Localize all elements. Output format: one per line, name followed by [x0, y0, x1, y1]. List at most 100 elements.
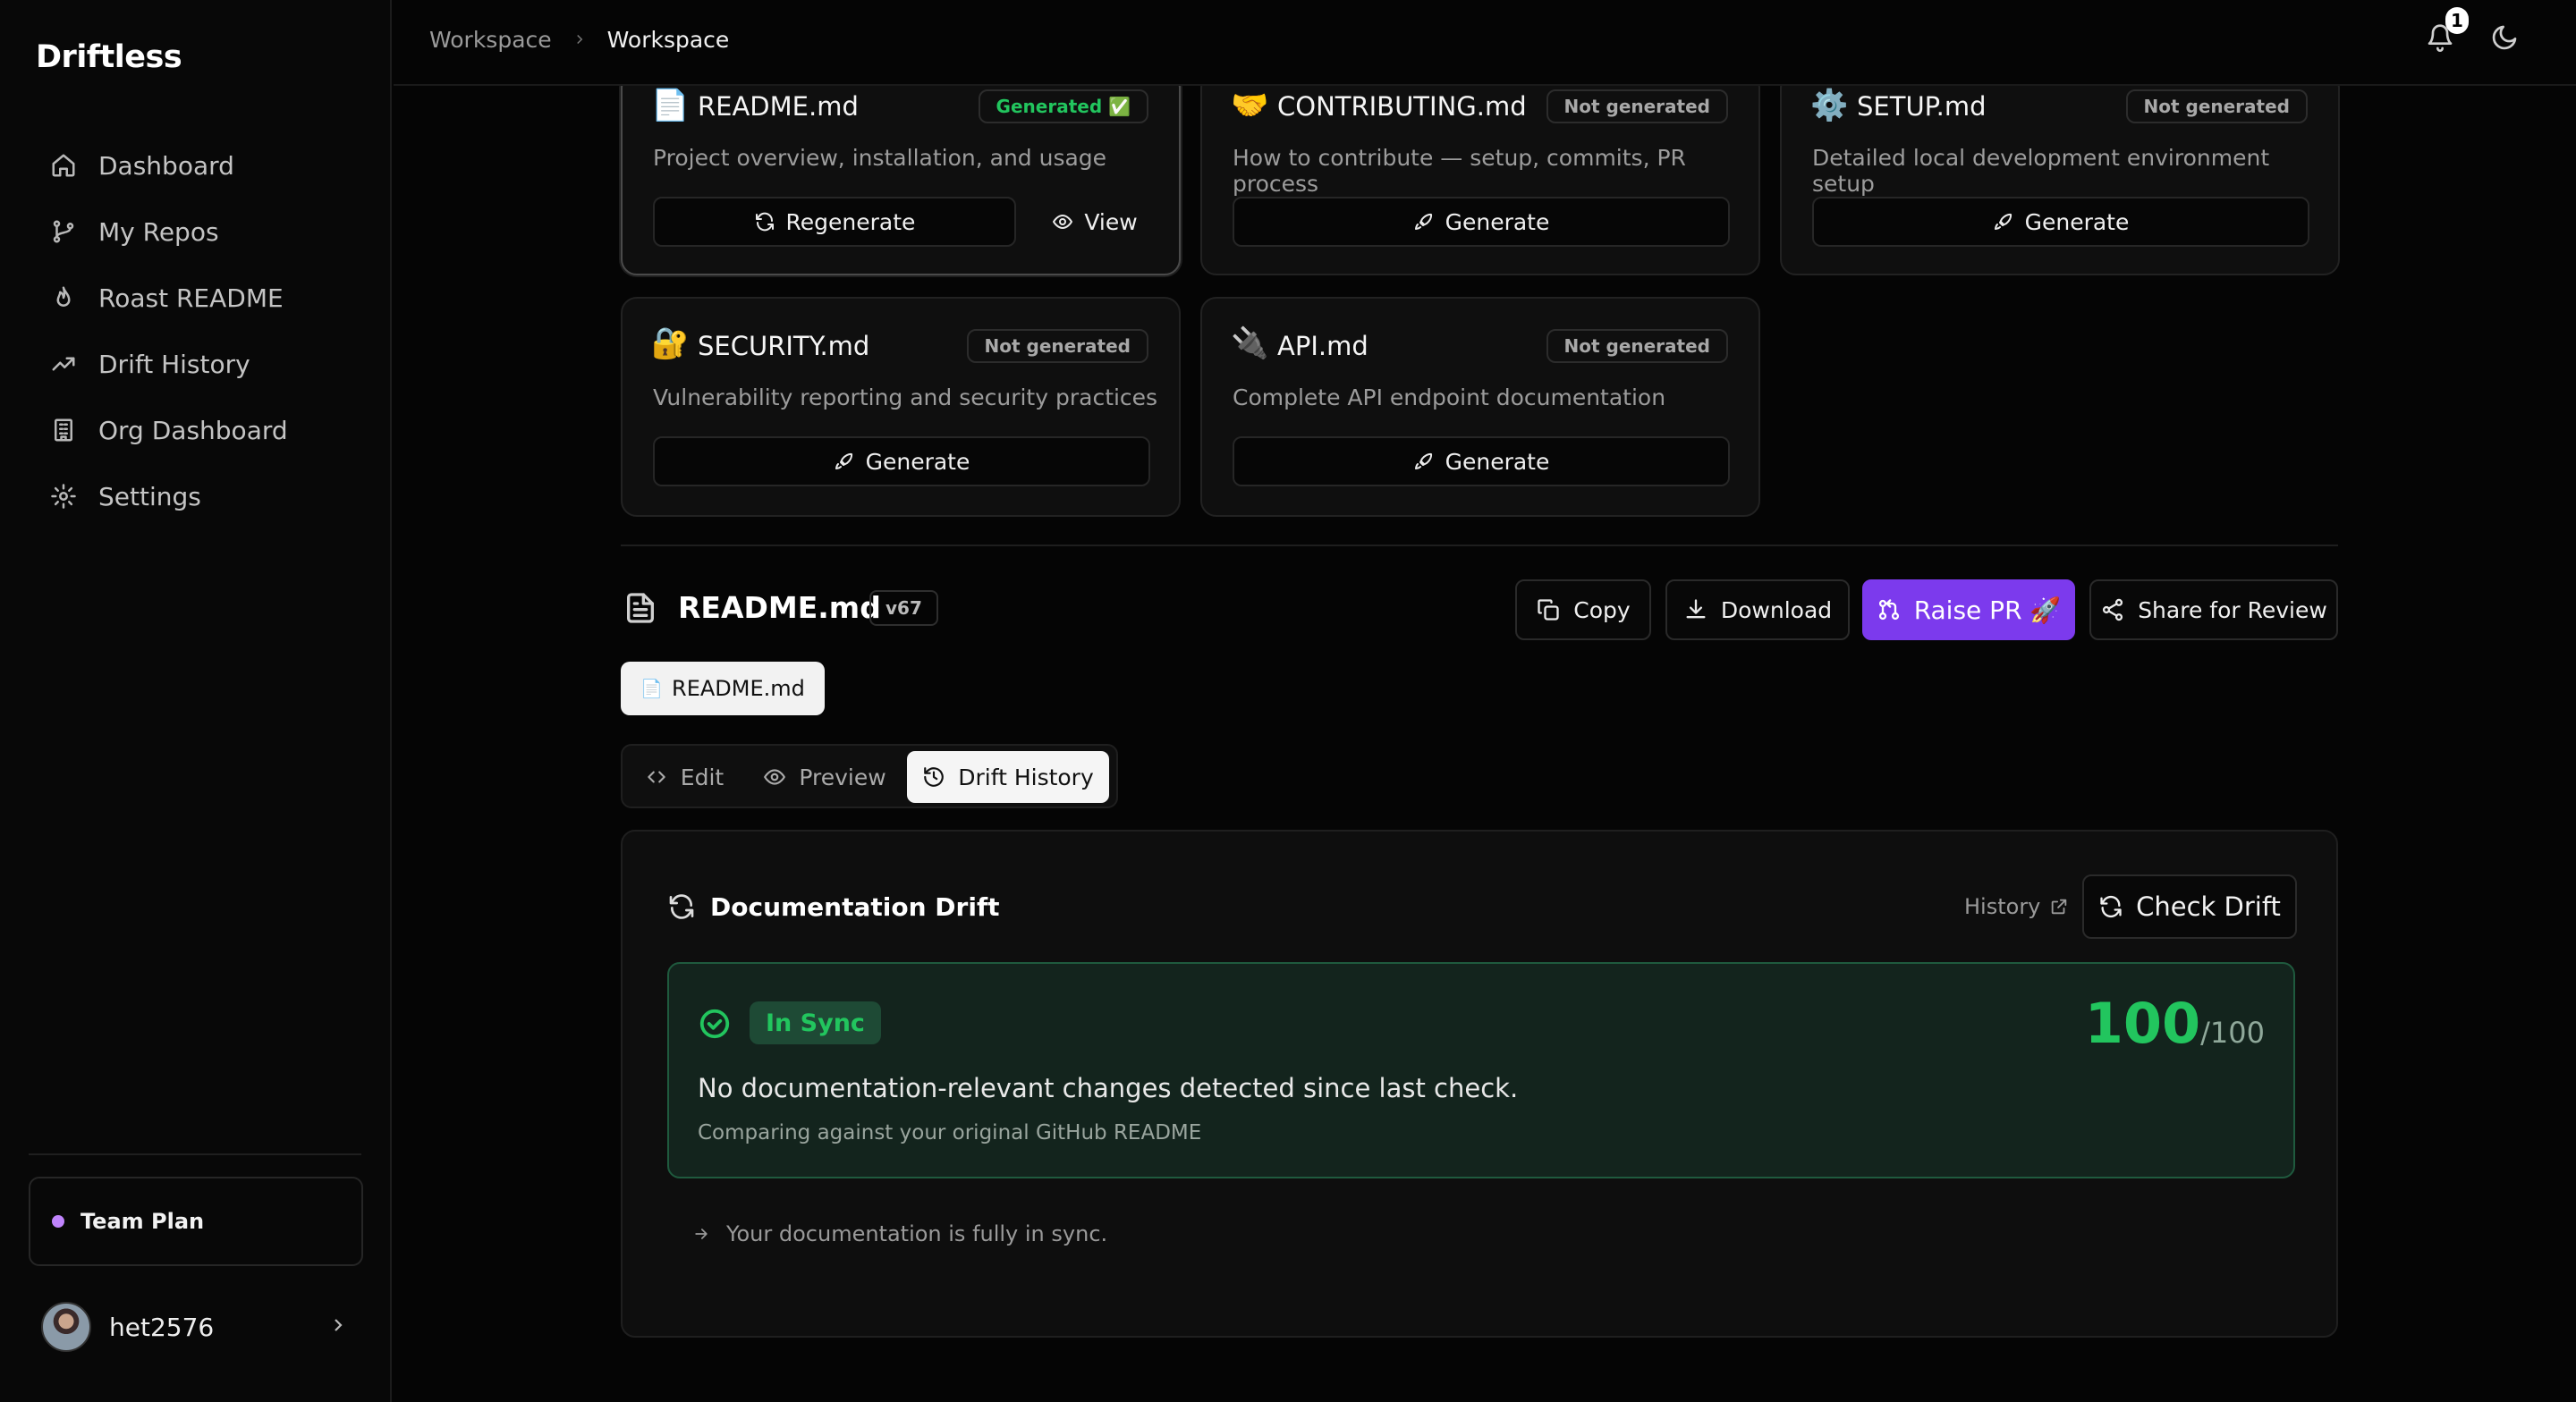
regenerate-button[interactable]: Regenerate [653, 197, 1016, 247]
sidebar: Driftless Dashboard My Repos Roast READM… [0, 0, 392, 1402]
doc-card-setup[interactable]: ⚙️ SETUP.md Not generated Detailed local… [1780, 72, 2340, 275]
copy-icon [1538, 599, 1559, 621]
status-badge: Not generated [1546, 89, 1728, 123]
sidebar-item-my-repos[interactable]: My Repos [36, 198, 358, 265]
refresh-icon [755, 212, 774, 232]
git-pull-request-icon [1878, 599, 1899, 621]
share-label: Share for Review [2138, 596, 2327, 623]
doc-card-api[interactable]: 🔌 API.md Not generated Complete API endp… [1200, 297, 1760, 517]
sync-status-card: In Sync 100 /100 No documentation-releva… [667, 962, 2295, 1178]
eye-icon [764, 769, 786, 785]
user-menu[interactable]: het2576 [41, 1302, 349, 1352]
drift-score: 100 /100 [2085, 991, 2265, 1056]
card-description: Complete API endpoint documentation [1233, 384, 1666, 410]
status-badge: Not generated [1546, 329, 1728, 363]
tab-label: Drift History [958, 764, 1094, 790]
file-text-icon [623, 590, 658, 629]
card-title: SETUP.md [1857, 91, 1987, 122]
refresh-icon [667, 892, 696, 925]
view-tabs: Edit Preview Drift History [621, 744, 1118, 808]
copy-button[interactable]: Copy [1515, 579, 1651, 640]
status-badge: Not generated [966, 329, 1148, 363]
generate-label: Generate [865, 448, 970, 475]
generate-label: Generate [1445, 208, 1550, 235]
drift-panel: Documentation Drift History Check Drift … [621, 830, 2338, 1338]
rocket-icon [1414, 452, 1432, 469]
regenerate-label: Regenerate [785, 208, 916, 235]
header-actions: 1 [2426, 7, 2522, 55]
score-max: /100 [2200, 1016, 2265, 1050]
theme-toggle[interactable] [2490, 23, 2522, 55]
card-title: README.md [698, 91, 859, 122]
history-link[interactable]: History [1964, 894, 2069, 919]
brand-logo[interactable]: Driftless [36, 39, 182, 75]
doc-card-readme[interactable]: 📄 README.md Generated ✅ Project overview… [621, 72, 1181, 275]
document-title: README.md [678, 590, 881, 625]
raise-pr-button[interactable]: Raise PR 🚀 [1862, 579, 2075, 640]
breadcrumb-item[interactable]: Workspace [429, 27, 552, 53]
check-circle-icon [698, 1007, 732, 1044]
chevron-right-icon [572, 27, 588, 53]
plan-card[interactable]: Team Plan [29, 1177, 363, 1266]
generate-button[interactable]: Generate [1233, 436, 1730, 486]
generate-button[interactable]: Generate [1812, 197, 2309, 247]
sidebar-item-dashboard[interactable]: Dashboard [36, 132, 358, 198]
doc-card-contributing[interactable]: 🤝 CONTRIBUTING.md Not generated How to c… [1200, 72, 1760, 275]
external-link-icon [2052, 899, 2067, 915]
gear-icon [51, 484, 76, 509]
download-button[interactable]: Download [1665, 579, 1850, 640]
sidebar-item-settings[interactable]: Settings [36, 463, 358, 529]
copy-label: Copy [1573, 596, 1631, 623]
status-message: No documentation-relevant changes detect… [698, 1073, 1519, 1103]
sidebar-item-roast-readme[interactable]: Roast README [36, 265, 358, 331]
tab-edit[interactable]: Edit [635, 751, 733, 803]
version-badge: v67 [869, 590, 938, 626]
card-description: How to contribute — setup, commits, PR p… [1233, 145, 1686, 197]
score-value: 100 [2084, 991, 2201, 1056]
sidebar-item-org-dashboard[interactable]: Org Dashboard [36, 397, 358, 463]
status-badge: Generated ✅ [978, 89, 1148, 123]
eye-icon [1053, 215, 1073, 229]
card-title: API.md [1277, 331, 1368, 361]
rocket-icon [1414, 213, 1432, 230]
tab-preview[interactable]: Preview [751, 751, 898, 803]
notifications-button[interactable]: 1 [2426, 7, 2469, 55]
raise-pr-label: Raise PR 🚀 [1913, 595, 2062, 625]
chevron-right-icon [327, 1314, 349, 1339]
view-label: View [1084, 208, 1138, 235]
refresh-icon [2100, 895, 2122, 918]
breadcrumb: Workspace Workspace [429, 27, 729, 53]
sidebar-item-label: Settings [98, 481, 201, 511]
plan-label: Team Plan [80, 1209, 205, 1234]
share-icon [2103, 598, 2123, 621]
share-for-review-button[interactable]: Share for Review [2089, 579, 2338, 640]
doc-card-security[interactable]: 🔐 SECURITY.md Not generated Vulnerabilit… [621, 297, 1181, 517]
lock-icon: 🔐 [651, 325, 690, 361]
tab-drift-history[interactable]: Drift History [907, 751, 1109, 803]
arrow-right-icon [695, 1229, 708, 1239]
check-drift-button[interactable]: Check Drift [2082, 874, 2297, 939]
status-badge: Not generated [2125, 89, 2308, 123]
file-chip-label: README.md [672, 676, 805, 701]
generate-button[interactable]: Generate [653, 436, 1150, 486]
tab-label: Preview [799, 764, 886, 790]
history-icon [924, 767, 945, 787]
generate-button[interactable]: Generate [1233, 197, 1730, 247]
section-divider [621, 545, 2338, 546]
document-toolbar: README.md v67 Copy Download Raise PR 🚀 S… [621, 576, 2338, 640]
status-badge: In Sync [750, 1001, 881, 1044]
rocket-icon [1994, 213, 2012, 230]
generate-label: Generate [2024, 208, 2130, 235]
download-label: Download [1720, 596, 1833, 623]
sidebar-item-label: Dashboard [98, 150, 234, 181]
file-chip-readme[interactable]: 📄 README.md [621, 662, 825, 715]
card-description: Project overview, installation, and usag… [653, 145, 1107, 171]
gear-icon: ⚙️ [1810, 88, 1849, 123]
view-button[interactable]: View [1032, 197, 1157, 247]
panel-title: Documentation Drift [710, 892, 1000, 922]
sidebar-item-label: Drift History [98, 349, 250, 379]
trending-up-icon [52, 357, 75, 371]
sidebar-item-drift-history[interactable]: Drift History [36, 331, 358, 397]
download-icon [1686, 599, 1706, 619]
card-description: Vulnerability reporting and security pra… [653, 384, 1158, 410]
